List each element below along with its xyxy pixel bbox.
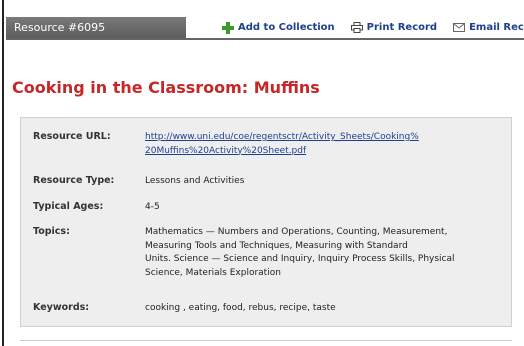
resource-url-line-1: http://www.uni.edu/coe/regentsctr/Activi… (145, 132, 419, 142)
topics-line: Measuring Tools and Techniques, Measurin… (145, 240, 408, 251)
detail-value: cooking , eating, food, rebus, recipe, t… (145, 303, 336, 313)
resource-page: Resource #6095 Add to Collection Print R… (0, 0, 524, 346)
email-record-label: Email Record (469, 22, 524, 33)
toolbar-divider (6, 38, 524, 40)
email-icon (453, 23, 466, 32)
detail-value: Mathematics — Numbers and Operations, Co… (145, 226, 501, 280)
resource-url-link[interactable]: http://www.uni.edu/coe/regentsctr/Activi… (145, 132, 419, 156)
print-record-button[interactable]: Print Record (350, 22, 438, 33)
detail-label: Resource Type: (33, 175, 115, 186)
detail-value: http://www.uni.edu/coe/regentsctr/Activi… (145, 131, 501, 158)
detail-label: Resource URL: (33, 131, 111, 142)
printer-icon (350, 22, 363, 33)
plus-icon (222, 21, 234, 34)
resource-url-line-2: 20Muffins%20Activity%20Sheet.pdf (145, 145, 307, 156)
action-toolbar: Add to Collection Print Record Email Rec… (222, 17, 524, 38)
topics-line: Units. Science — Science and Inquiry, In… (145, 254, 455, 264)
resource-details-panel: Resource URL: http://www.uni.edu/coe/reg… (20, 117, 512, 327)
add-to-collection-label: Add to Collection (238, 22, 335, 33)
detail-label: Typical Ages: (33, 201, 104, 212)
add-to-collection-button[interactable]: Add to Collection (222, 21, 335, 34)
resource-tab: Resource #6095 (6, 17, 186, 38)
detail-label: Keywords: (33, 302, 90, 313)
page-title: Cooking in the Classroom: Muffins (12, 78, 320, 97)
print-record-label: Print Record (366, 22, 438, 33)
topics-line: Mathematics — Numbers and Operations, Co… (145, 227, 448, 237)
detail-value: 4-5 (145, 202, 160, 212)
topics-line: Science, Materials Exploration (145, 267, 281, 278)
detail-label: Topics: (33, 226, 70, 237)
bottom-divider (20, 340, 512, 341)
email-record-button[interactable]: Email Record (453, 22, 524, 33)
detail-value: Lessons and Activities (145, 176, 245, 186)
left-border (2, 0, 4, 346)
